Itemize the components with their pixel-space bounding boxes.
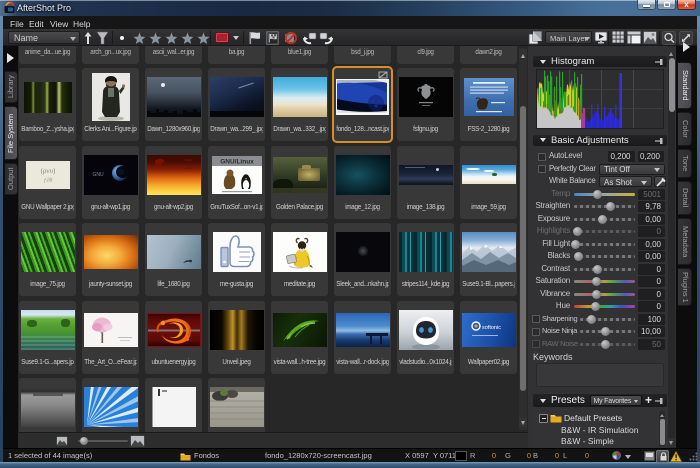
svg-text:softonic: softonic	[482, 325, 501, 331]
svg-text:GNU/Linux: GNU/Linux	[220, 158, 254, 165]
svg-text:ƒ∂θ: ƒ∂θ	[43, 177, 52, 184]
svg-text:(ρνυ): (ρνυ)	[40, 167, 55, 175]
